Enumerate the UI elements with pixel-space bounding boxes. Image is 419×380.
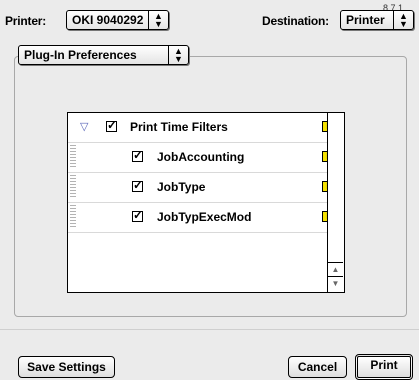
triangle-down-icon[interactable]: ▽: [80, 120, 88, 133]
checkmark-icon: ✓: [133, 178, 144, 192]
print-button[interactable]: Print: [355, 354, 413, 380]
scroll-down-icon[interactable]: ▼: [328, 276, 343, 290]
checkmark-icon: ✓: [107, 118, 118, 132]
updown-arrows-icon: ▲ ▼: [393, 11, 413, 29]
printer-value: OKI 9040292: [72, 13, 144, 27]
list-item[interactable]: ✓ JobTypExecMod i: [68, 203, 333, 233]
checkbox[interactable]: ✓: [132, 148, 144, 162]
drag-handle[interactable]: [70, 175, 76, 199]
item-label: JobAccounting: [157, 150, 245, 164]
save-settings-button[interactable]: Save Settings: [18, 356, 115, 378]
updown-arrows-icon: ▲ ▼: [168, 46, 188, 64]
checkmark-icon: ✓: [133, 208, 144, 222]
panel-popup[interactable]: Plug-In Preferences ▲ ▼: [18, 45, 189, 65]
updown-arrows-icon: ▲ ▼: [148, 11, 168, 29]
divider: [0, 329, 419, 330]
drag-handle[interactable]: [70, 205, 76, 229]
list-item[interactable]: ✓ JobType i: [68, 173, 333, 203]
scroll-up-icon[interactable]: ▲: [328, 262, 343, 276]
destination-popup[interactable]: Printer ▲ ▼: [340, 10, 414, 30]
list-item-group[interactable]: ▽ ✓ Print Time Filters i: [68, 113, 333, 143]
checkbox[interactable]: ✓: [106, 118, 118, 132]
list-item[interactable]: ✓ JobAccounting i: [68, 143, 333, 173]
destination-label: Destination:: [262, 14, 329, 28]
destination-value: Printer: [346, 13, 385, 27]
checkbox[interactable]: ✓: [132, 178, 144, 192]
cancel-button[interactable]: Cancel: [288, 356, 347, 378]
group-label: Print Time Filters: [130, 120, 228, 134]
checkmark-icon: ✓: [133, 148, 144, 162]
scrollbar[interactable]: ▲ ▼: [327, 113, 344, 292]
panel-value: Plug-In Preferences: [24, 48, 137, 62]
printer-label: Printer:: [5, 14, 47, 28]
checkbox[interactable]: ✓: [132, 208, 144, 222]
item-label: JobTypExecMod: [157, 210, 252, 224]
printer-popup[interactable]: OKI 9040292 ▲ ▼: [66, 10, 169, 30]
filter-list[interactable]: ▽ ✓ Print Time Filters i ✓ JobAccounting…: [67, 112, 345, 293]
item-label: JobType: [157, 180, 206, 194]
drag-handle[interactable]: [70, 145, 76, 169]
